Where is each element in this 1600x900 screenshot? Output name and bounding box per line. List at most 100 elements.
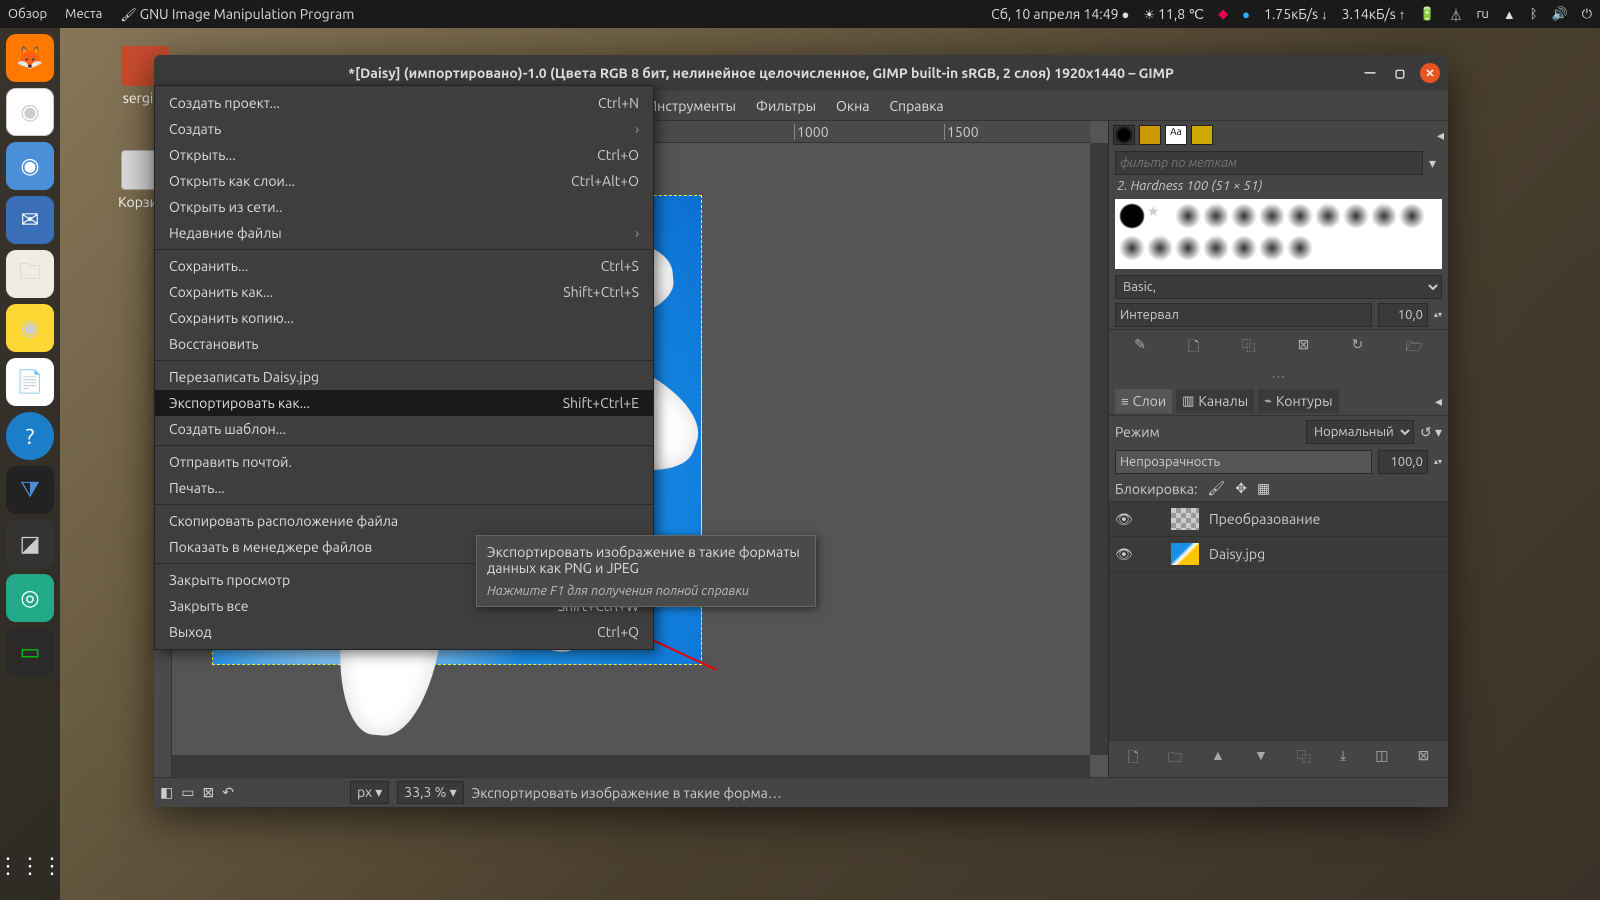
menu-item[interactable]: Скопировать расположение файла (155, 508, 653, 534)
menu-help[interactable]: Справка (881, 94, 951, 118)
dock-libreoffice-icon[interactable]: 📄 (6, 358, 54, 406)
duplicate-layer-icon[interactable]: ⿻ (1297, 747, 1311, 771)
menu-item[interactable]: Экспортировать как...Shift+Ctrl+E (155, 390, 653, 416)
menu-item[interactable]: Открыть как слои...Ctrl+Alt+O (155, 168, 653, 194)
open-as-image-icon[interactable]: 🗁 (1406, 336, 1423, 360)
new-brush-icon[interactable]: 🗋 (1188, 336, 1199, 360)
tray-icon[interactable]: ◆ (1218, 7, 1228, 22)
tab-paths[interactable]: ⌁Контуры (1258, 389, 1338, 413)
layer-name[interactable]: Преобразование (1209, 511, 1320, 527)
refresh-brush-icon[interactable]: ↻ (1352, 336, 1364, 360)
brush-grid[interactable]: ★ (1115, 199, 1442, 269)
dock-firefox-icon[interactable]: 🦊 (6, 34, 54, 82)
visibility-toggle-icon[interactable]: 👁 (1115, 546, 1131, 563)
opacity-value[interactable]: 100,0 (1378, 450, 1428, 474)
dock-virtualbox-icon[interactable]: ◪ (6, 520, 54, 568)
lock-alpha-icon[interactable]: ▦ (1257, 480, 1270, 497)
edit-brush-icon[interactable]: ✎ (1134, 336, 1146, 360)
merge-down-icon[interactable]: ⤓ (1340, 747, 1346, 771)
sb-icon[interactable]: ⊠ (202, 784, 214, 801)
dock-app-icon[interactable]: ◎ (6, 574, 54, 622)
menu-item[interactable]: Восстановить (155, 331, 653, 357)
dock-files-icon[interactable]: 🗀 (6, 250, 54, 298)
dock-chromium-icon[interactable]: ◉ (6, 142, 54, 190)
keyboard-layout[interactable]: ru (1476, 7, 1488, 21)
brush-item[interactable] (1203, 235, 1229, 261)
menu-item[interactable]: Сохранить копию... (155, 305, 653, 331)
activities-button[interactable]: Обзор (8, 7, 47, 21)
dock-menu-icon[interactable]: ◂ (1435, 393, 1442, 410)
sb-undo-icon[interactable]: ↶ (222, 784, 234, 801)
dock-chrome-icon[interactable]: ◉ (6, 88, 54, 136)
menu-item[interactable]: Перезаписать Daisy.jpg (155, 364, 653, 390)
weather-indicator[interactable]: ☀ 11,8 ℃ (1143, 6, 1204, 23)
lock-pixels-icon[interactable]: 🖌 (1207, 480, 1225, 497)
brush-item[interactable] (1147, 235, 1173, 261)
dock-vscode-icon[interactable]: ⧩ (6, 466, 54, 514)
mask-icon[interactable]: ◫ (1375, 747, 1388, 771)
dock-help-icon[interactable]: ? (6, 412, 54, 460)
delete-layer-icon[interactable]: ⊠ (1418, 747, 1430, 771)
menu-tools[interactable]: Инструменты (639, 94, 744, 118)
scrollbar-vertical[interactable] (1090, 143, 1108, 755)
dock-thunderbird-icon[interactable]: ✉ (6, 196, 54, 244)
delete-brush-icon[interactable]: ⊠ (1298, 336, 1310, 360)
brush-item[interactable] (1399, 203, 1425, 229)
tab-layers[interactable]: ≡Слои (1115, 389, 1172, 413)
dock-menu-icon[interactable]: ◂ (1437, 127, 1444, 144)
reset-mode-icon[interactable]: ↺ ▾ (1420, 424, 1442, 441)
lock-position-icon[interactable]: ✥ (1235, 480, 1247, 497)
menu-item[interactable]: Создать› (155, 116, 653, 142)
brush-item[interactable] (1231, 203, 1257, 229)
brush-item[interactable] (1119, 235, 1145, 261)
spinner-buttons[interactable]: ▴▾ (1434, 458, 1442, 466)
menu-item[interactable]: Создать проект...Ctrl+N (155, 90, 653, 116)
layer-row[interactable]: 👁 Daisy.jpg (1109, 537, 1448, 572)
brush-item[interactable] (1287, 203, 1313, 229)
zoom-select[interactable]: 33,3 % ▾ (397, 781, 463, 804)
new-group-icon[interactable]: 🗀 (1168, 747, 1182, 771)
maximize-button[interactable]: ▢ (1390, 63, 1410, 83)
new-layer-icon[interactable]: 🗋 (1128, 747, 1139, 771)
show-applications-icon[interactable]: ⋮⋮⋮ (6, 842, 54, 890)
sb-icon[interactable]: ▭ (181, 784, 194, 801)
brush-item[interactable] (1287, 235, 1313, 261)
clock[interactable]: Сб, 10 апреля 14:49 ● (991, 6, 1129, 22)
lower-layer-icon[interactable]: ▼ (1254, 747, 1268, 771)
accessibility-icon[interactable]: ⏃ (1449, 5, 1462, 24)
unit-select[interactable]: px ▾ (350, 781, 389, 804)
scrollbar-horizontal[interactable] (172, 755, 1090, 777)
active-app-label[interactable]: 🖌 GNU Image Manipulation Program (120, 6, 354, 23)
tab-brushes-icon[interactable] (1113, 125, 1135, 145)
network-icon[interactable]: ▲ (1503, 7, 1516, 22)
menu-windows[interactable]: Окна (828, 94, 877, 118)
tab-fonts-icon[interactable]: Aa (1165, 125, 1187, 145)
spacing-value[interactable]: 10,0 (1378, 303, 1428, 327)
brush-item[interactable]: ★ (1147, 203, 1173, 229)
dock-separator[interactable]: ⋯ (1109, 368, 1448, 385)
volume-icon[interactable]: 🔊 (1552, 7, 1568, 22)
power-icon[interactable]: ⏻ (1582, 7, 1592, 22)
menu-item[interactable]: Открыть из сети.. (155, 194, 653, 220)
visibility-toggle-icon[interactable]: 👁 (1115, 511, 1131, 528)
brush-item[interactable] (1175, 235, 1201, 261)
brush-item[interactable] (1315, 203, 1341, 229)
brush-filter-input[interactable] (1115, 151, 1423, 175)
brush-item[interactable] (1203, 203, 1229, 229)
brush-item[interactable] (1119, 203, 1145, 229)
sb-icon[interactable]: ◧ (160, 784, 173, 801)
duplicate-brush-icon[interactable]: ⿻ (1241, 336, 1255, 360)
brush-item[interactable] (1231, 235, 1257, 261)
brush-preset-select[interactable]: Basic, (1115, 275, 1442, 299)
bluetooth-icon[interactable]: ᛒ (1530, 7, 1538, 21)
tab-patterns-icon[interactable] (1139, 125, 1161, 145)
menu-item[interactable]: Сохранить...Ctrl+S (155, 253, 653, 279)
menu-item[interactable]: Открыть...Ctrl+O (155, 142, 653, 168)
brush-item[interactable] (1371, 203, 1397, 229)
brush-item[interactable] (1343, 203, 1369, 229)
menu-filters[interactable]: Фильтры (748, 94, 824, 118)
menu-item[interactable]: ВыходCtrl+Q (155, 619, 653, 645)
menu-item[interactable]: Недавние файлы› (155, 220, 653, 246)
chevron-down-icon[interactable]: ▾ (1423, 155, 1442, 172)
layer-name[interactable]: Daisy.jpg (1209, 546, 1265, 562)
